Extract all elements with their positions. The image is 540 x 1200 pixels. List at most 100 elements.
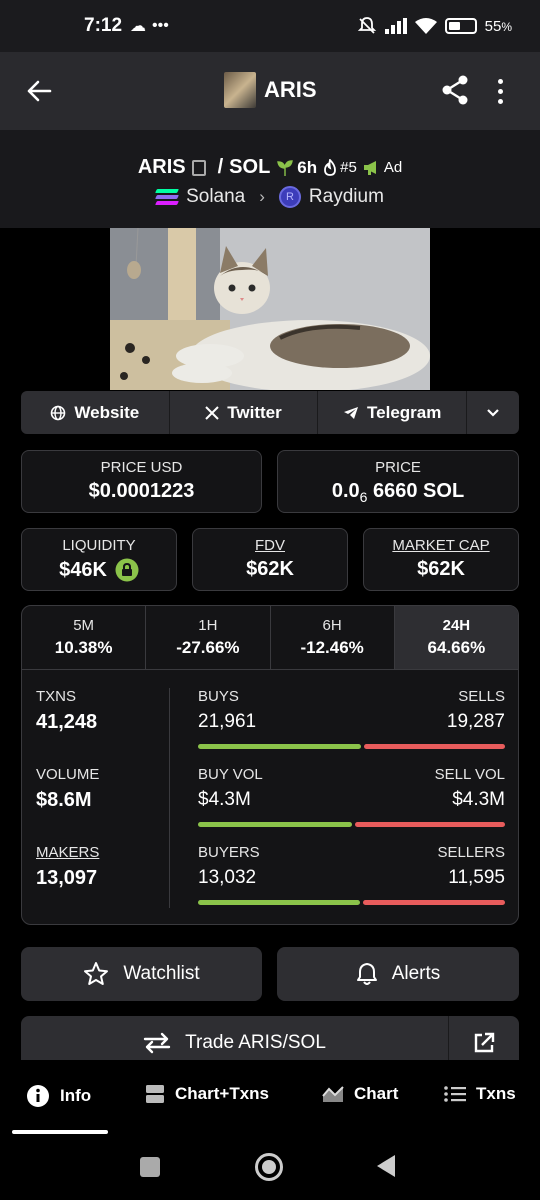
arrow-left-icon bbox=[27, 80, 52, 102]
battery-icon bbox=[444, 18, 477, 34]
tab-label: 5M bbox=[73, 617, 95, 634]
buys-sells-bar bbox=[198, 744, 505, 749]
tab-change-value: -12.46% bbox=[300, 638, 364, 657]
more-options-button[interactable] bbox=[488, 74, 512, 108]
share-button[interactable] bbox=[440, 74, 474, 108]
globe-icon bbox=[51, 405, 66, 420]
nav-info[interactable]: Info bbox=[26, 1084, 91, 1108]
nav-txns-label: Txns bbox=[476, 1084, 516, 1103]
fdv-label: FDV bbox=[255, 537, 285, 554]
back-button[interactable] bbox=[22, 74, 56, 108]
area-chart-icon bbox=[322, 1086, 344, 1102]
app-title: ARIS bbox=[224, 72, 317, 108]
social-links: Website Twitter Telegram bbox=[21, 391, 519, 434]
market-cap-label: MARKET CAP bbox=[392, 537, 490, 554]
status-bar: 7:12 ☁ ••• 55% bbox=[0, 0, 540, 52]
quote-token: SOL bbox=[229, 156, 271, 178]
megaphone-icon bbox=[363, 161, 376, 175]
back-nav-button[interactable] bbox=[377, 1155, 395, 1177]
trade-label: Trade ARIS/SOL bbox=[185, 1032, 326, 1053]
home-button[interactable] bbox=[255, 1153, 283, 1181]
watchlist-label: Watchlist bbox=[123, 963, 200, 984]
buys-sells-stat: BUYS SELLS 21,961 19,287 bbox=[198, 688, 505, 766]
sellers-value: 11,595 bbox=[448, 867, 505, 888]
x-logo-icon bbox=[205, 405, 219, 420]
dex-name[interactable]: Raydium bbox=[309, 186, 384, 208]
tab-1h[interactable]: 1H -27.66% bbox=[146, 606, 271, 669]
twitter-label: Twitter bbox=[227, 402, 282, 422]
tab-5m[interactable]: 5M 10.38% bbox=[22, 606, 147, 669]
share-icon bbox=[442, 75, 468, 105]
tab-24h[interactable]: 24H 64.66% bbox=[394, 606, 518, 669]
active-tab-indicator bbox=[12, 1130, 108, 1134]
liquidity-box: LIQUIDITY $46K bbox=[21, 528, 177, 591]
recents-button[interactable] bbox=[140, 1157, 160, 1177]
price-native-box: PRICE 0.06 6660 SOL bbox=[277, 450, 519, 513]
sprout-icon bbox=[277, 159, 294, 176]
tab-label: 24H bbox=[442, 617, 471, 634]
wifi-icon bbox=[414, 18, 437, 34]
makers-stat[interactable]: MAKERS 13,097 bbox=[36, 844, 166, 922]
tab-label: 1H bbox=[198, 617, 218, 634]
volume-split-bar bbox=[198, 822, 505, 827]
sells-value: 19,287 bbox=[446, 711, 505, 732]
stats-divider bbox=[169, 688, 170, 908]
volume-value: $8.6M bbox=[36, 789, 92, 811]
telegram-icon bbox=[344, 406, 359, 419]
liquidity-value: $46K bbox=[22, 558, 176, 582]
watchlist-button[interactable]: Watchlist bbox=[21, 947, 262, 1001]
app-bar: ARIS bbox=[0, 52, 540, 130]
nav-chart-txns[interactable]: Chart+Txns bbox=[145, 1084, 269, 1104]
dot-icon bbox=[497, 78, 503, 84]
cloud-icon: ☁ bbox=[130, 18, 147, 35]
clock: 7:12 bbox=[84, 15, 123, 36]
solana-icon bbox=[155, 189, 180, 205]
alerts-label: Alerts bbox=[391, 963, 441, 984]
sellers-label: SELLERS bbox=[437, 844, 505, 861]
buy-vol-value: $4.3M bbox=[198, 789, 251, 810]
price-native-value: 0.06 6660 SOL bbox=[331, 480, 465, 505]
liquidity-label: LIQUIDITY bbox=[62, 537, 136, 554]
dot-icon bbox=[497, 88, 503, 94]
fire-icon bbox=[324, 159, 337, 176]
base-token: ARIS bbox=[137, 156, 186, 178]
tab-6h[interactable]: 6H -12.46% bbox=[271, 606, 395, 669]
buyers-value: 13,032 bbox=[198, 867, 257, 888]
buy-bar bbox=[198, 900, 361, 905]
mute-icon bbox=[357, 17, 376, 34]
nav-chart[interactable]: Chart bbox=[322, 1084, 398, 1104]
makers-label: MAKERS bbox=[36, 844, 100, 861]
nav-info-label: Info bbox=[60, 1086, 92, 1105]
raydium-icon: R bbox=[278, 186, 301, 208]
pair-age: 6h bbox=[276, 158, 317, 178]
battery-percent: 55% bbox=[484, 17, 512, 35]
txns-label: TXNS bbox=[36, 688, 77, 705]
buyers-sellers-stat: BUYERS SELLERS 13,032 11,595 bbox=[198, 844, 505, 922]
market-cap-box[interactable]: MARKET CAP $62K bbox=[363, 528, 519, 591]
website-link[interactable]: Website bbox=[21, 391, 170, 434]
chevron-right-icon: › bbox=[259, 187, 265, 206]
tab-change-value: 64.66% bbox=[427, 638, 486, 657]
website-label: Website bbox=[74, 402, 140, 422]
price-native-label: PRICE bbox=[375, 459, 421, 476]
external-link-icon bbox=[474, 1032, 495, 1053]
system-navigation bbox=[0, 1140, 540, 1200]
app-title-text: ARIS bbox=[264, 77, 317, 102]
twitter-link[interactable]: Twitter bbox=[170, 391, 319, 434]
nav-chart-label: Chart bbox=[354, 1084, 399, 1103]
lock-icon[interactable] bbox=[115, 558, 139, 582]
tab-change-value: -27.66% bbox=[176, 638, 240, 657]
sell-bar bbox=[364, 744, 505, 749]
nav-txns[interactable]: Txns bbox=[444, 1084, 516, 1104]
telegram-link[interactable]: Telegram bbox=[318, 391, 468, 434]
copy-icon[interactable] bbox=[191, 159, 206, 176]
chain-name[interactable]: Solana bbox=[186, 186, 245, 208]
ad-badge[interactable]: Ad bbox=[363, 159, 402, 176]
fdv-box[interactable]: FDV $62K bbox=[192, 528, 348, 591]
alerts-button[interactable]: Alerts bbox=[277, 947, 519, 1001]
more-notifications-icon: ••• bbox=[152, 17, 169, 34]
bottom-navigation: Info Chart+Txns Chart Txns bbox=[0, 1060, 540, 1140]
more-links-button[interactable] bbox=[467, 391, 519, 434]
token-header-image bbox=[110, 228, 430, 390]
volume-stat: VOLUME $8.6M bbox=[36, 766, 166, 844]
